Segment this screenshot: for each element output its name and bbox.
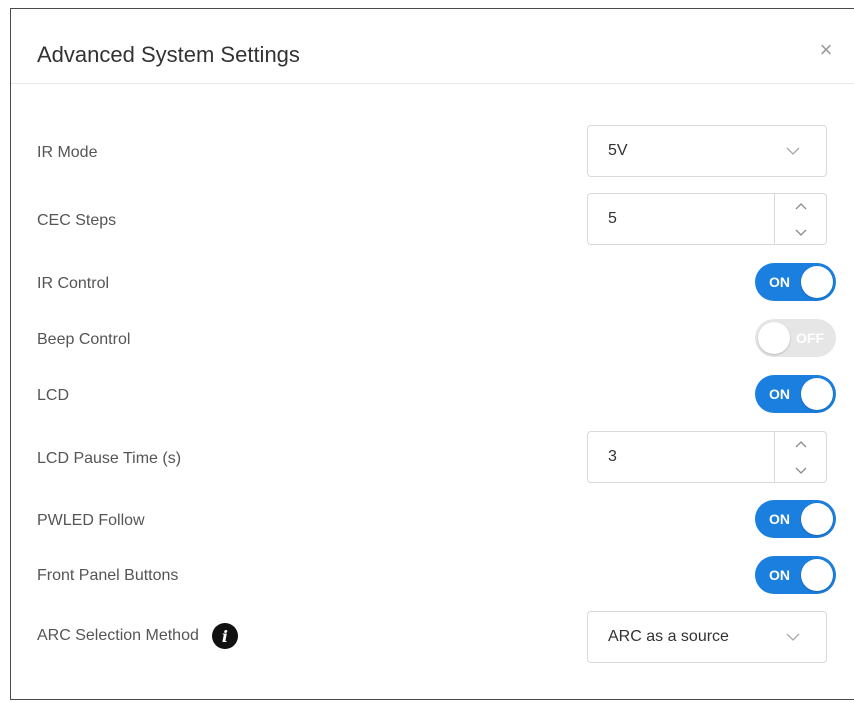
lcd-pause-time-input[interactable]	[588, 432, 774, 482]
pwled-follow-state: ON	[769, 511, 790, 527]
lcd-state: ON	[769, 386, 790, 402]
beep-control-state: OFF	[796, 330, 824, 346]
cec-steps-arrows	[774, 194, 826, 244]
cec-steps-label: CEC Steps	[37, 212, 117, 229]
chevron-up-icon	[795, 440, 806, 447]
ir-control-toggle[interactable]: ON	[755, 263, 836, 301]
dialog-header: Advanced System Settings ×	[11, 9, 854, 84]
ir-mode-select[interactable]: 5V	[587, 125, 827, 177]
arc-selection-method-select[interactable]: ARC as a source	[587, 611, 827, 663]
chevron-down-icon	[786, 633, 800, 641]
chevron-up-icon	[795, 202, 806, 209]
front-panel-buttons-toggle[interactable]: ON	[755, 556, 836, 594]
beep-control-label: Beep Control	[37, 331, 131, 348]
chevron-down-icon	[795, 229, 806, 236]
ir-mode-value: 5V	[608, 142, 628, 159]
arc-selection-method-value: ARC as a source	[608, 628, 729, 645]
front-panel-buttons-state: ON	[769, 567, 790, 583]
lcd-pause-time-decrement-button[interactable]	[775, 457, 826, 482]
lcd-pause-time-label: LCD Pause Time (s)	[37, 450, 182, 467]
lcd-pause-time-stepper	[587, 431, 827, 483]
arc-selection-method-label: ARC Selection Method	[37, 627, 199, 644]
beep-control-toggle[interactable]: OFF	[755, 319, 836, 357]
info-icon[interactable]: i	[211, 623, 238, 649]
cec-steps-stepper	[587, 193, 827, 245]
pwled-follow-toggle[interactable]: ON	[755, 500, 836, 538]
cec-steps-decrement-button[interactable]	[775, 219, 826, 244]
cec-steps-input[interactable]	[588, 194, 774, 244]
toggle-knob	[801, 559, 833, 591]
toggle-knob	[758, 322, 790, 354]
lcd-pause-time-increment-button[interactable]	[775, 432, 826, 457]
toggle-knob	[801, 503, 833, 535]
ir-control-state: ON	[769, 274, 790, 290]
cec-steps-increment-button[interactable]	[775, 194, 826, 219]
front-panel-buttons-label: Front Panel Buttons	[37, 567, 179, 584]
toggle-knob	[801, 266, 833, 298]
chevron-down-icon	[795, 467, 806, 474]
advanced-system-settings-dialog: Advanced System Settings × IR Mode 5V CE…	[10, 8, 854, 700]
pwled-follow-label: PWLED Follow	[37, 512, 145, 529]
lcd-label: LCD	[37, 387, 70, 404]
ir-control-label: IR Control	[37, 275, 110, 292]
toggle-knob	[801, 378, 833, 410]
ir-mode-label: IR Mode	[37, 144, 98, 161]
close-icon[interactable]: ×	[817, 39, 835, 61]
lcd-toggle[interactable]: ON	[755, 375, 836, 413]
arc-selection-method-row: ARC Selection Method i	[37, 623, 238, 649]
chevron-down-icon	[786, 147, 800, 155]
lcd-pause-time-arrows	[774, 432, 826, 482]
dialog-title: Advanced System Settings	[37, 42, 300, 67]
